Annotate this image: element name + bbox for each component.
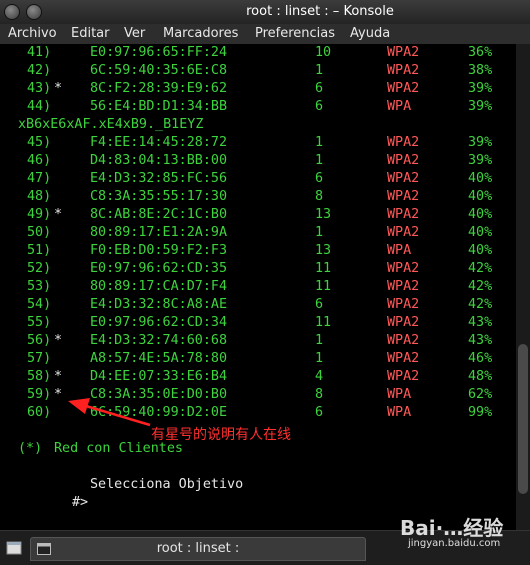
annotation-arrow — [68, 398, 151, 427]
watermark: Bai·…经验 jingyan.baidu.com — [400, 512, 504, 549]
tab-konsole[interactable]: root : linset : — [30, 537, 366, 561]
watermark-url: jingyan.baidu.com — [408, 538, 501, 549]
scrollbar[interactable] — [516, 44, 530, 530]
new-tab-icon[interactable] — [6, 539, 24, 557]
annotation-text: 有星号的说明有人在线 — [151, 427, 291, 443]
watermark-brand: Bai·…经验 — [400, 516, 504, 540]
scroll-thumb[interactable] — [518, 344, 528, 494]
tab-label: root : linset : — [156, 541, 240, 556]
